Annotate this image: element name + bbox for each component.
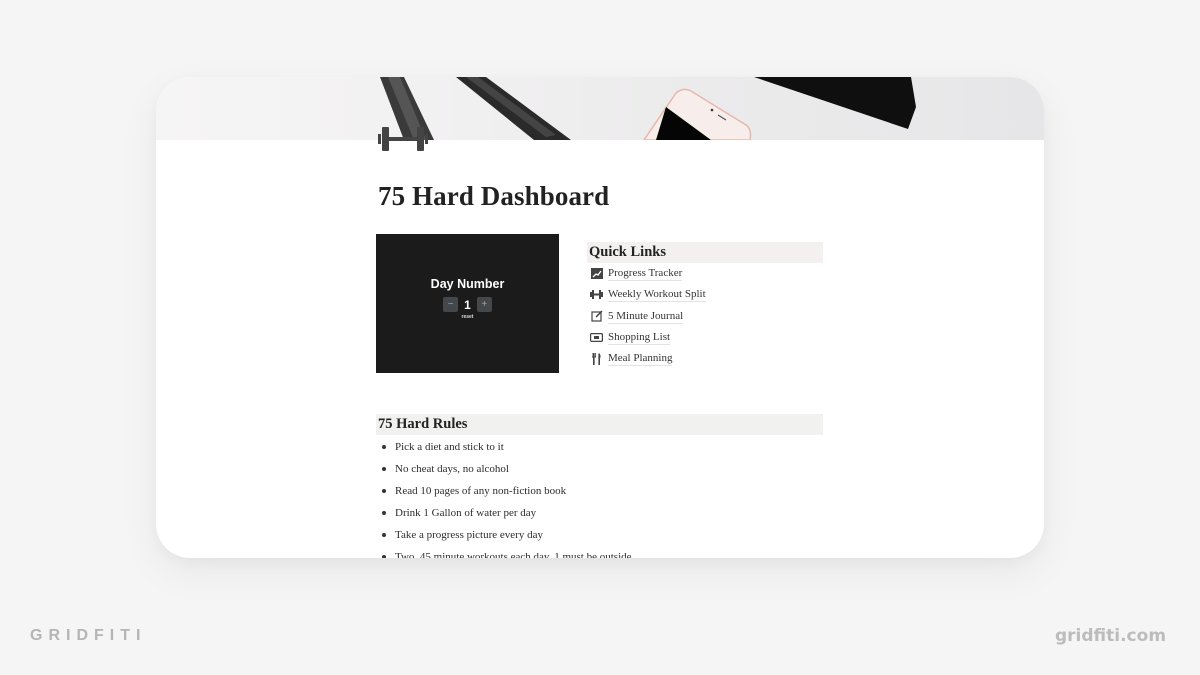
quick-links-heading: Quick Links: [587, 242, 823, 263]
quick-link-progress-tracker[interactable]: Progress Tracker: [587, 263, 823, 284]
rule-item: Drink 1 Gallon of water per day: [376, 502, 823, 524]
quick-link-shopping-list[interactable]: Shopping List: [587, 327, 823, 348]
quick-link-label: Progress Tracker: [608, 267, 683, 282]
dumbbell-icon: [590, 288, 603, 301]
quick-link-weekly-workout-split[interactable]: Weekly Workout Split: [587, 284, 823, 305]
quick-link-label: Shopping List: [608, 331, 671, 346]
rule-item: No cheat days, no alcohol: [376, 458, 823, 480]
quick-link-5-minute-journal[interactable]: 5 Minute Journal: [587, 306, 823, 327]
utensils-icon: [590, 352, 603, 365]
decrement-button[interactable]: −: [443, 297, 459, 312]
rule-item: Take a progress picture every day: [376, 524, 823, 546]
rule-item: Pick a diet and stick to it: [376, 436, 823, 458]
chart-icon: [590, 267, 603, 280]
brand-logo-text: GRIDFITI: [30, 627, 147, 644]
day-counter-controls: − 1 +: [443, 297, 492, 312]
quick-link-label: 5 Minute Journal: [608, 309, 684, 324]
dumbbell-icon[interactable]: [378, 122, 428, 154]
increment-button[interactable]: +: [476, 297, 492, 312]
quick-link-label: Meal Planning: [608, 352, 673, 367]
page-title: 75 Hard Dashboard: [378, 181, 610, 211]
day-counter-value: 1: [464, 297, 471, 312]
quick-links-section: Quick Links Progress Tracker Weekly Work…: [587, 242, 823, 369]
day-counter-title: Day Number: [430, 277, 505, 291]
cover-photo-art: [380, 77, 916, 140]
rule-item: Read 10 pages of any non-fiction book: [376, 480, 823, 502]
money-icon: [590, 331, 603, 344]
quick-link-label: Weekly Workout Split: [608, 288, 706, 303]
notion-page-card: 75 Hard Dashboard Day Number − 1 + reset…: [156, 77, 1044, 558]
quick-link-meal-planning[interactable]: Meal Planning: [587, 348, 823, 369]
rules-list: Pick a diet and stick to it No cheat day…: [376, 436, 823, 558]
day-counter-widget: Day Number − 1 + reset: [376, 234, 559, 373]
rules-section: 75 Hard Rules Pick a diet and stick to i…: [376, 414, 823, 558]
rule-item: Two, 45 minute workouts each day, 1 must…: [376, 546, 823, 558]
rules-heading: 75 Hard Rules: [376, 414, 823, 435]
cover-image[interactable]: [156, 77, 1044, 140]
edit-icon: [590, 310, 603, 323]
brand-url: gridfiti.com: [1055, 626, 1167, 646]
reset-button[interactable]: reset: [462, 314, 474, 320]
